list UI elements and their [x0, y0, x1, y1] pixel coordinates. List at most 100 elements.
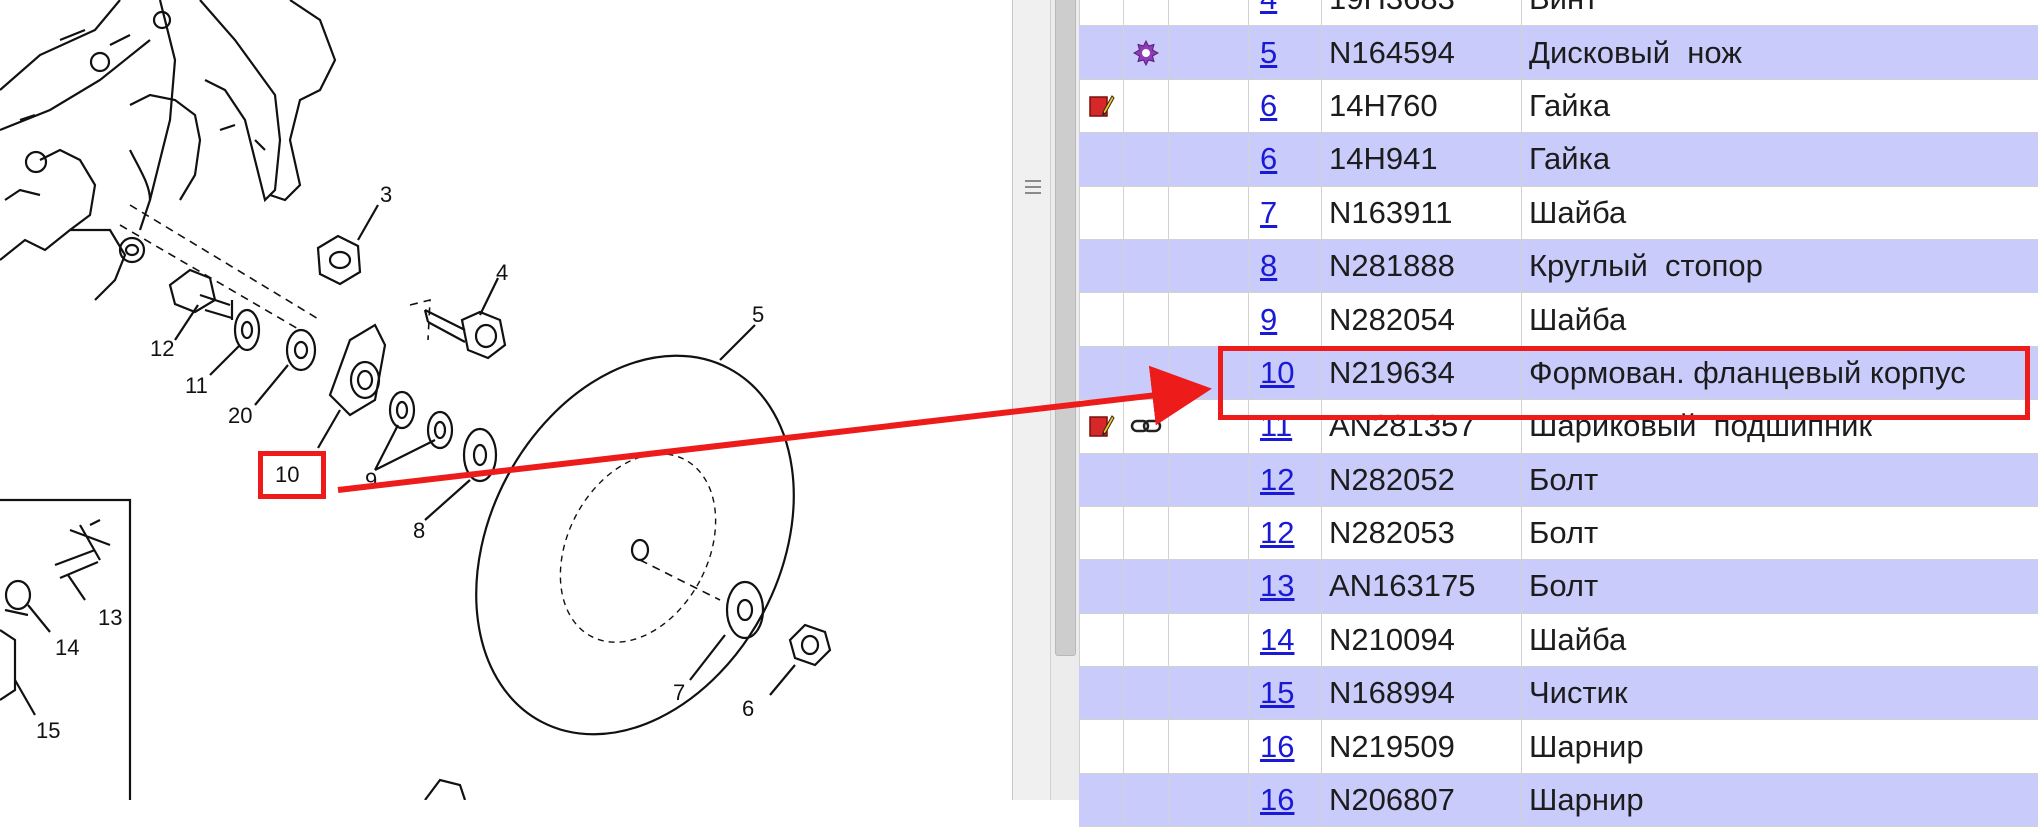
- part-number: 14H941: [1322, 133, 1522, 186]
- part-number: N282052: [1322, 453, 1522, 506]
- callout-15: 15: [36, 718, 60, 743]
- part-name: Шайба: [1529, 621, 1627, 657]
- icon-cell: [1079, 0, 1124, 26]
- icon-cell: [1079, 720, 1124, 773]
- callout-12: 12: [150, 336, 174, 361]
- callout-20: 20: [228, 403, 252, 428]
- table-row[interactable]: 5 N164594 Дисковый нож: [1079, 26, 2038, 80]
- table-row[interactable]: 15 N168994 Чистик: [1079, 667, 2038, 721]
- icon-cell: [1079, 293, 1124, 346]
- icon-cell: [1079, 613, 1124, 667]
- icon-cell: [1169, 79, 1249, 133]
- part-name: Болт: [1529, 515, 1599, 551]
- icon-cell: [1124, 293, 1169, 346]
- icon-cell: [1079, 773, 1124, 827]
- icon-cell: [1124, 0, 1169, 26]
- table-row[interactable]: 12 N282052 Болт: [1079, 453, 2038, 507]
- icon-cell: [1169, 133, 1249, 186]
- ref-link[interactable]: 6: [1260, 141, 1277, 177]
- icon-cell: [1124, 400, 1169, 453]
- ref-cell: 4: [1249, 0, 1322, 26]
- ref-cell: 14: [1249, 613, 1322, 667]
- table-row[interactable]: 13 AN163175 Болт: [1079, 560, 2038, 614]
- icon-cell: [1079, 560, 1124, 613]
- scrollbar-thumb[interactable]: [1055, 0, 1076, 656]
- icon-cell: [1079, 400, 1124, 453]
- ref-link[interactable]: 14: [1260, 622, 1294, 658]
- ref-link[interactable]: 7: [1260, 195, 1277, 231]
- note-icon[interactable]: [1087, 412, 1115, 440]
- icon-cell: [1124, 613, 1169, 667]
- part-number: N206807: [1322, 773, 1522, 827]
- table-row[interactable]: 14 N210094 Шайба: [1079, 613, 2038, 668]
- pane-splitter[interactable]: [1012, 0, 1051, 800]
- splitter-grip-icon[interactable]: [1025, 176, 1041, 200]
- diagram-scrollbar[interactable]: [1050, 0, 1080, 800]
- part-name: Шарнир: [1529, 782, 1644, 818]
- ref-link[interactable]: 12: [1260, 515, 1294, 551]
- part-name: Шарнир: [1529, 728, 1644, 764]
- ref-cell: 13: [1249, 560, 1322, 613]
- icon-cell: [1169, 186, 1249, 239]
- icon-cell: [1169, 773, 1249, 827]
- part-number: N163911: [1322, 186, 1522, 239]
- icon-cell: [1169, 453, 1249, 506]
- table-row[interactable]: 8 N281888 Круглый стопор: [1079, 239, 2038, 294]
- ref-link[interactable]: 12: [1260, 462, 1294, 498]
- icon-cell: [1169, 720, 1249, 773]
- ref-link[interactable]: 4: [1260, 0, 1277, 17]
- ref-link[interactable]: 16: [1260, 782, 1294, 818]
- table-row[interactable]: 4 19H3683 Винт: [1079, 0, 2038, 27]
- callout-14: 14: [55, 635, 79, 660]
- ref-cell: 6: [1249, 133, 1322, 186]
- ref-cell: 12: [1249, 506, 1322, 560]
- callout-11: 11: [185, 373, 208, 398]
- note-icon[interactable]: [1087, 92, 1115, 120]
- table-row[interactable]: 7 N163911 Шайба: [1079, 186, 2038, 240]
- icon-cell: [1079, 239, 1124, 293]
- part-name: Шайба: [1529, 301, 1627, 337]
- table-row[interactable]: 16 N219509 Шарнир: [1079, 720, 2038, 774]
- row-highlight-box: [1218, 346, 2030, 420]
- icon-cell: [1124, 560, 1169, 613]
- link-icon[interactable]: [1130, 416, 1162, 436]
- icon-cell: [1124, 79, 1169, 133]
- ref-cell: 5: [1249, 26, 1322, 79]
- callout-6: 6: [742, 696, 754, 721]
- table-row[interactable]: 16 N206807 Шарнир: [1079, 773, 2038, 827]
- callout-5: 5: [752, 302, 764, 327]
- exploded-view-drawing: 3 4 5 12 11 20 10 9 8 13 14 15 7 6: [0, 0, 832, 801]
- icon-cell: [1169, 667, 1249, 720]
- ref-link[interactable]: 5: [1260, 35, 1277, 71]
- ref-link[interactable]: 16: [1260, 729, 1294, 765]
- icon-cell: [1124, 453, 1169, 506]
- icon-cell: [1124, 773, 1169, 827]
- icon-cell: [1124, 346, 1169, 400]
- ref-cell: 9: [1249, 293, 1322, 346]
- table-row[interactable]: 12 N282053 Болт: [1079, 506, 2038, 561]
- table-row[interactable]: 6 14H760 Гайка: [1079, 79, 2038, 134]
- icon-cell: [1169, 293, 1249, 346]
- icon-cell: [1079, 453, 1124, 506]
- ref-link[interactable]: 15: [1260, 675, 1294, 711]
- callout-4: 4: [496, 260, 508, 285]
- part-number: N164594: [1322, 26, 1522, 79]
- icon-cell: [1124, 239, 1169, 293]
- part-name: Гайка: [1529, 141, 1611, 177]
- table-row[interactable]: 6 14H941 Гайка: [1079, 133, 2038, 187]
- part-name: Круглый стопор: [1529, 248, 1763, 284]
- ref-link[interactable]: 13: [1260, 568, 1294, 604]
- ref-link[interactable]: 8: [1260, 248, 1277, 284]
- callout-8: 8: [413, 518, 425, 543]
- part-name: Болт: [1529, 461, 1599, 497]
- ref-link[interactable]: 6: [1260, 88, 1277, 124]
- part-name: Чистик: [1529, 675, 1628, 711]
- icon-cell: [1079, 506, 1124, 560]
- ref-link[interactable]: 9: [1260, 302, 1277, 338]
- part-name: Дисковый нож: [1529, 34, 1743, 70]
- icon-cell: [1124, 667, 1169, 720]
- ref-cell: 12: [1249, 453, 1322, 506]
- table-row[interactable]: 9 N282054 Шайба: [1079, 293, 2038, 347]
- ref-cell: 16: [1249, 773, 1322, 827]
- part-number: N210094: [1322, 613, 1522, 667]
